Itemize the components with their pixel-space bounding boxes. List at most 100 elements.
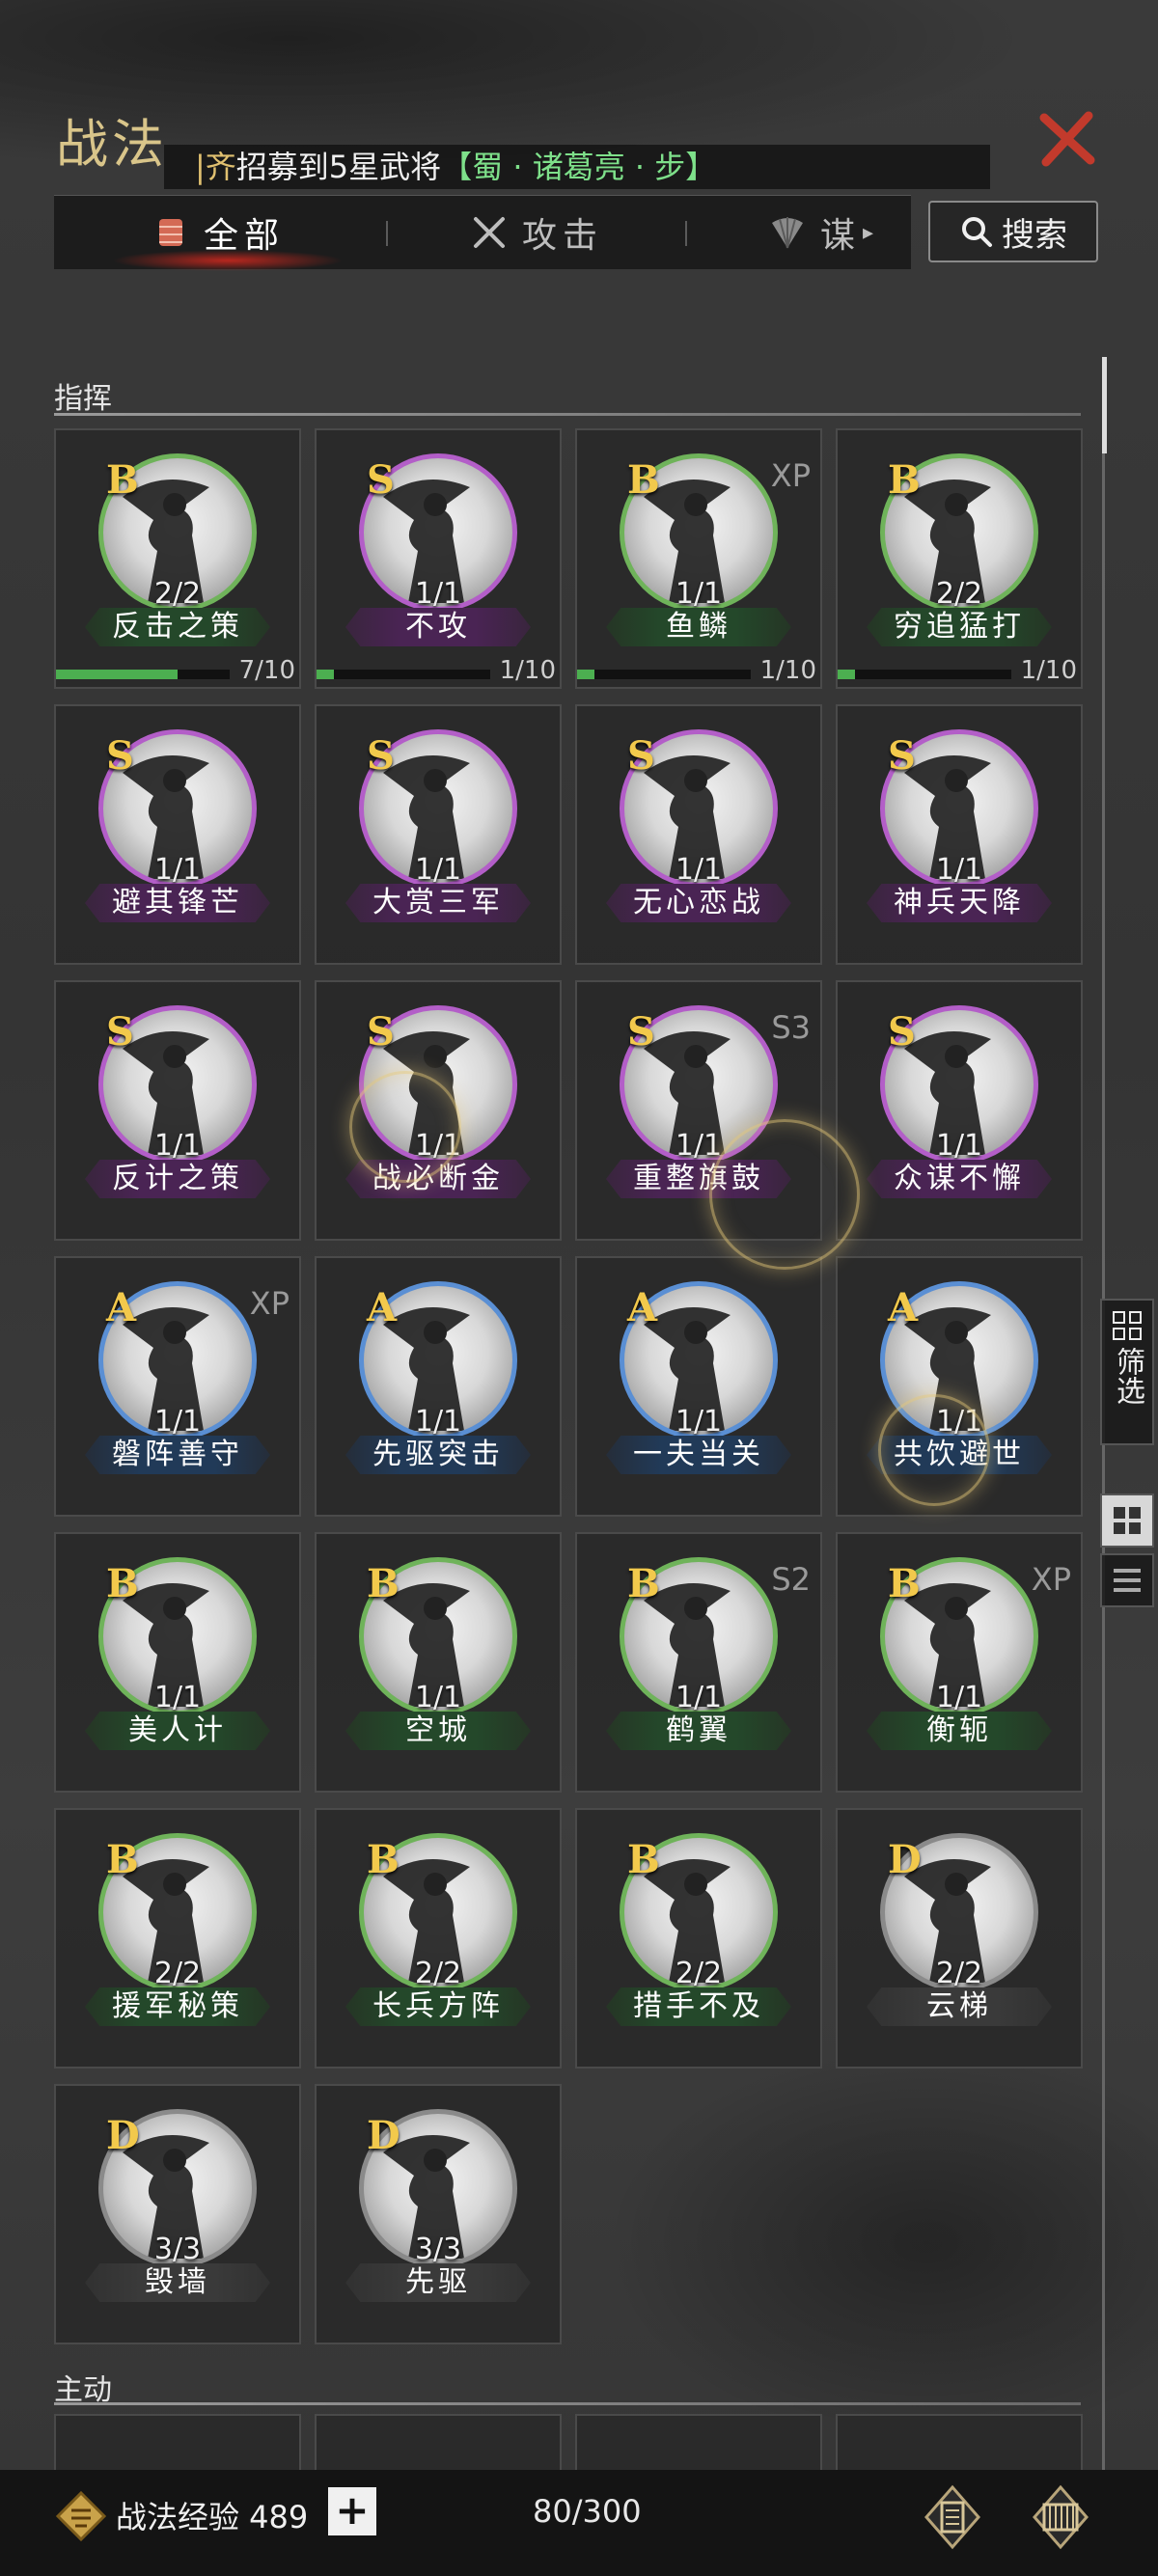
tactic-name: 长兵方阵 [345, 1987, 531, 2026]
tactic-count: 2/2 [414, 1957, 462, 1990]
close-icon[interactable] [1036, 108, 1098, 170]
grade-badge: D [106, 2113, 140, 2158]
search-button[interactable]: 搜索 [928, 201, 1098, 262]
tactic-card[interactable]: B XP 1/1 鱼鳞 1/10 [575, 428, 822, 689]
tactic-count: 3/3 [414, 2233, 462, 2266]
grade-badge: A [627, 1285, 658, 1330]
filter-button[interactable]: 筛选 [1100, 1299, 1154, 1445]
grade-badge: B [627, 1561, 660, 1606]
tactic-card[interactable]: S 1/1 大赏三军 [315, 704, 562, 965]
tactic-count: 3/3 [153, 2233, 202, 2266]
tactic-name: 反计之策 [85, 1160, 270, 1198]
grade-badge: S [106, 1009, 134, 1055]
grade-badge: B [106, 457, 139, 503]
scrollbar-thumb[interactable] [1102, 357, 1107, 453]
tab-strategy-label: 谋 [820, 216, 862, 256]
tactic-count: 1/1 [935, 853, 983, 887]
tactic-name: 不攻 [345, 608, 531, 646]
recruit-ticker: |齐招募到5星武将【蜀 · 诸葛亮 · 步】 [164, 145, 990, 189]
tactic-card[interactable]: B 1/1 空城 [315, 1532, 562, 1793]
sparkle-effect [878, 1394, 990, 1506]
grade-badge: S [367, 1009, 395, 1055]
tactic-name: 美人计 [85, 1712, 270, 1750]
tactic-card[interactable]: D 3/3 毁墙 [54, 2084, 301, 2344]
grade-badge: B [627, 1837, 660, 1882]
tactic-name: 众谋不懈 [867, 1160, 1052, 1198]
tactic-name: 空城 [345, 1712, 531, 1750]
corner-tag: XP [249, 1285, 290, 1322]
grade-badge: S [367, 457, 395, 503]
grade-badge: S [627, 733, 655, 779]
bamboo-slips-icon[interactable] [1027, 2483, 1094, 2551]
grade-badge: B [627, 457, 660, 503]
grade-badge: B [367, 1837, 400, 1882]
upgrade-progress-fill [56, 670, 178, 679]
tactic-count: 1/1 [935, 1129, 983, 1163]
grade-badge: S [888, 1009, 916, 1055]
grade-badge: B [367, 1561, 400, 1606]
grade-badge: S [367, 733, 395, 779]
tactic-card[interactable]: A 1/1 一夫当关 [575, 1256, 822, 1517]
list-view-button[interactable] [1100, 1553, 1154, 1607]
tactic-card[interactable]: B S2 1/1 鹤翼 [575, 1532, 822, 1793]
tactic-card[interactable]: B 2/2 援军秘策 [54, 1808, 301, 2069]
tab-divider [685, 221, 687, 246]
tactic-name: 措手不及 [606, 1987, 791, 2026]
tab-all-label: 全部 [203, 216, 285, 256]
grade-badge: B [888, 457, 921, 503]
tactic-name: 鱼鳞 [606, 608, 791, 646]
tactic-card[interactable]: B 2/2 长兵方阵 [315, 1808, 562, 2069]
tactic-card[interactable]: A 1/1 先驱突击 [315, 1256, 562, 1517]
tactic-card[interactable]: B 2/2 反击之策 7/10 [54, 428, 301, 689]
tactic-card[interactable]: D 3/3 先驱 [315, 2084, 562, 2344]
tab-attack-label: 攻击 [521, 216, 603, 256]
tactic-name: 毁墙 [85, 2263, 270, 2302]
tactic-name: 无心恋战 [606, 884, 791, 922]
tactic-count: 1/1 [675, 1405, 723, 1439]
tactic-count: 2/2 [153, 1957, 202, 1990]
tactic-card[interactable]: B 1/1 美人计 [54, 1532, 301, 1793]
tactic-card[interactable]: S 1/1 无心恋战 [575, 704, 822, 965]
scroll-book-icon[interactable] [919, 2483, 986, 2551]
tab-all[interactable]: 全部 [54, 196, 382, 269]
grade-badge: B [106, 1837, 139, 1882]
tactic-card[interactable]: B 2/2 穷追猛打 1/10 [836, 428, 1083, 689]
grade-badge: A [367, 1285, 398, 1330]
tactic-card[interactable]: B XP 1/1 衡轭 [836, 1532, 1083, 1793]
corner-tag: S3 [771, 1009, 811, 1046]
scroll-bundle-icon [158, 219, 182, 246]
grade-badge: D [367, 2113, 400, 2158]
tactic-card[interactable]: S 1/1 神兵天降 [836, 704, 1083, 965]
tab-attack[interactable]: 攻击 [392, 196, 681, 269]
tactic-name: 神兵天降 [867, 884, 1052, 922]
upgrade-progress-text: 1/10 [499, 656, 556, 685]
fan-icon [772, 217, 803, 249]
tactic-name: 云梯 [867, 1987, 1052, 2026]
tab-strategy[interactable]: 谋 ▸ [768, 196, 913, 269]
tactic-card[interactable]: D 2/2 云梯 [836, 1808, 1083, 2069]
grade-badge: D [888, 1837, 922, 1882]
tactic-count: 1/1 [414, 577, 462, 611]
tactic-card[interactable]: S 1/1 避其锋芒 [54, 704, 301, 965]
filter-label: 筛选 [1111, 1347, 1144, 1405]
tactic-name: 先驱突击 [345, 1436, 531, 1474]
tactic-card[interactable]: A XP 1/1 磐阵善守 [54, 1256, 301, 1517]
tactic-card[interactable]: B 2/2 措手不及 [575, 1808, 822, 2069]
grade-badge: S [627, 1009, 655, 1055]
upgrade-progress-fill [838, 670, 855, 679]
grade-badge: B [106, 1561, 139, 1606]
section-label-command: 指挥 [54, 382, 112, 416]
tactic-card[interactable]: S 1/1 不攻 1/10 [315, 428, 562, 689]
tactic-name: 大赏三军 [345, 884, 531, 922]
grid-view-button[interactable] [1100, 1494, 1154, 1548]
add-exp-button[interactable]: + [328, 2487, 376, 2535]
tactic-name: 反击之策 [85, 608, 270, 646]
upgrade-progress-bar [577, 670, 751, 679]
tactic-card[interactable]: S 1/1 反计之策 [54, 980, 301, 1241]
tactic-name: 磐阵善守 [85, 1436, 270, 1474]
page-title: 战法 [56, 114, 168, 175]
tactic-card[interactable]: S 1/1 众谋不懈 [836, 980, 1083, 1241]
tactic-count: 1/1 [414, 853, 462, 887]
tactic-count: 1/1 [153, 853, 202, 887]
tactic-count: 1/1 [153, 1129, 202, 1163]
